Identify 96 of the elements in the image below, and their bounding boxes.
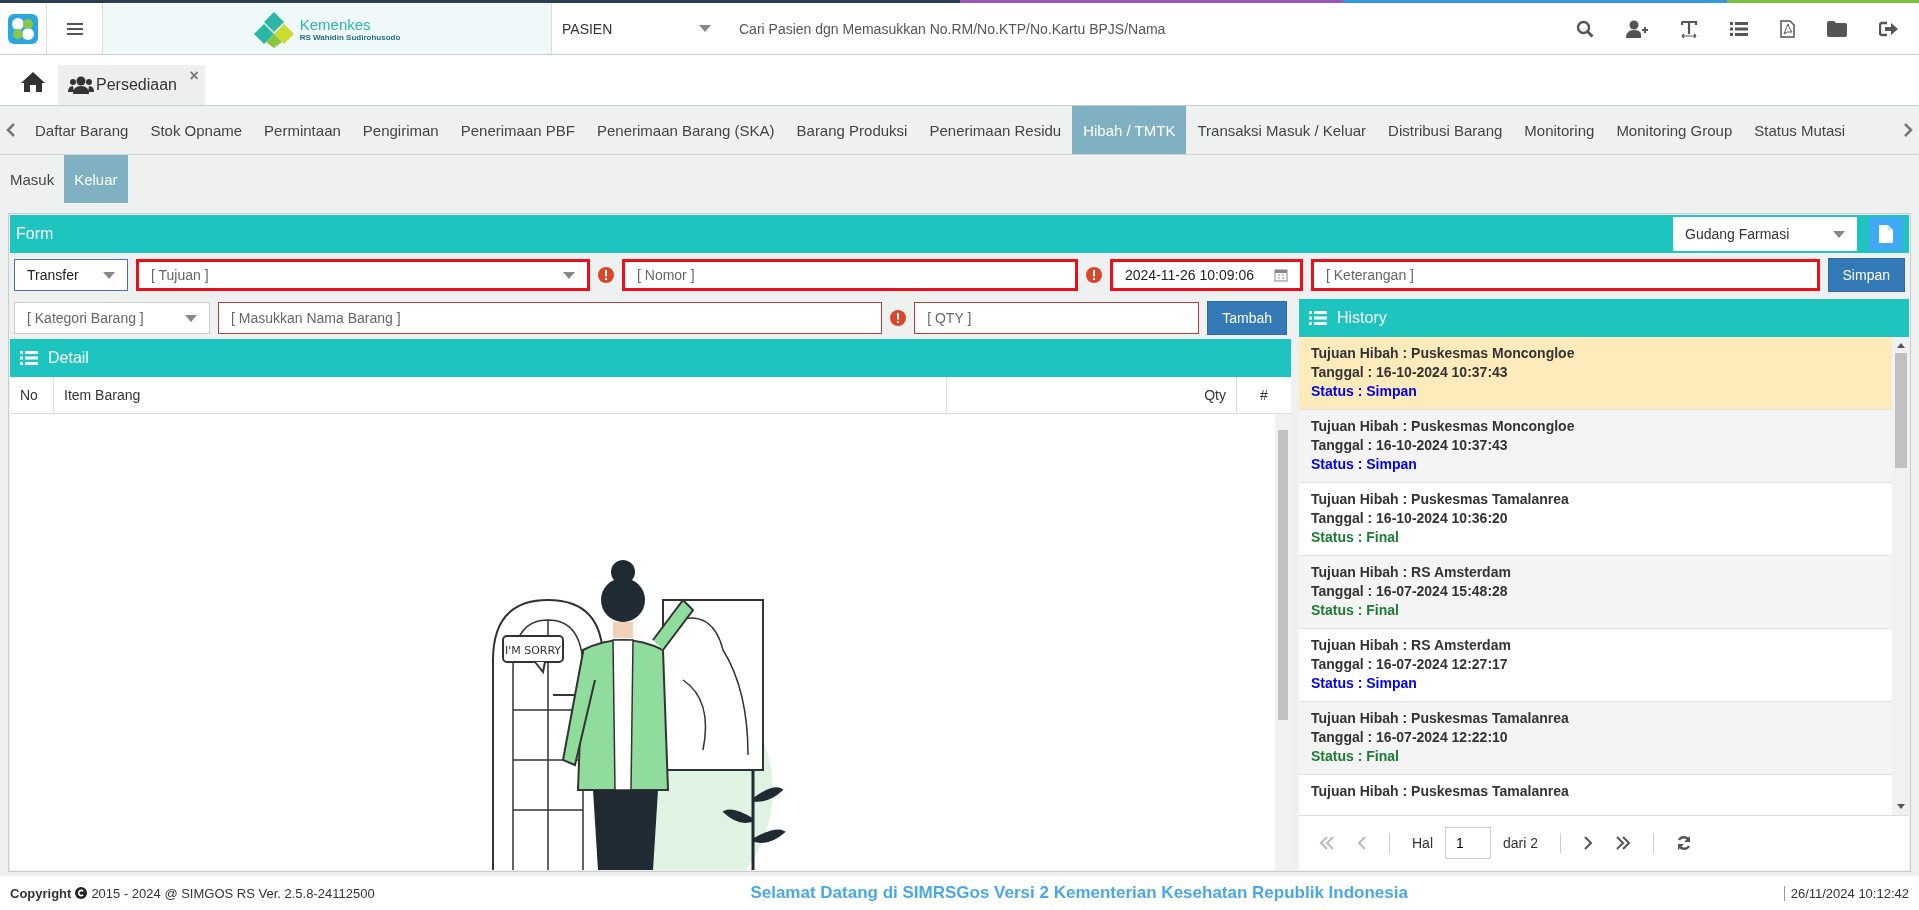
scroll-down-icon[interactable] — [1895, 803, 1906, 811]
select-field[interactable]: Transfer — [14, 259, 128, 291]
footer-datetime: 26/11/2024 10:12:42 — [1783, 885, 1909, 901]
history-item[interactable]: Tujuan Hibah : Puskesmas Moncongloe Tanggal : 16-10-2024 10:37:43 Status : Simpan — [1299, 410, 1892, 483]
nav-tab[interactable]: Monitoring Group — [1605, 106, 1744, 154]
history-item[interactable]: Tujuan Hibah : Puskesmas Tamalanrea Tanggal : 16-07-2024 12:22:10 Status : Final — [1299, 702, 1892, 775]
column-header: # — [1259, 386, 1269, 405]
destination-text: Tujuan Hibah : RS Amsterdam — [1311, 637, 1512, 653]
select-field[interactable]: [ Kategori Barang ] — [14, 302, 210, 334]
input-field[interactable]: [ Keterangan ] — [1311, 259, 1820, 291]
kemenkes-logo-icon — [253, 9, 294, 48]
logo-title: Kemenkes — [299, 15, 372, 33]
status-text: Status : Final — [1311, 602, 1400, 618]
select-field[interactable]: [ Tujuan ] — [136, 259, 590, 291]
nav-tab[interactable]: Permintaan — [253, 106, 352, 154]
last-page-icon[interactable] — [1615, 836, 1632, 850]
destination-text: Tujuan Hibah : Puskesmas Tamalanrea — [1311, 491, 1570, 507]
date-text: Tanggal : 16-07-2024 12:22:10 — [1311, 729, 1509, 745]
calendar-icon[interactable] — [1274, 268, 1288, 282]
add-user-icon[interactable] — [1626, 19, 1648, 38]
scrollbar-thumb[interactable] — [1278, 430, 1288, 720]
sign-out-icon[interactable] — [1879, 20, 1899, 37]
input-field[interactable]: [ Masukkan Nama Barang ] — [218, 302, 883, 334]
nav-tab[interactable]: Status Mutasi — [1743, 106, 1857, 154]
menu-icon[interactable] — [47, 3, 103, 54]
welcome-message: Selamat Datang di SIMRSGos Versi 2 Kementerian Kesehatan Republik Indonesia — [749, 883, 1409, 903]
list-icon — [1309, 311, 1327, 325]
history-item[interactable]: Tujuan Hibah : Puskesmas Moncongloe Tanggal : 16-10-2024 10:37:43 Status : Simpan — [1299, 337, 1892, 410]
scroll-up-icon[interactable] — [1895, 341, 1906, 349]
users-icon — [68, 76, 94, 94]
scrollbar-thumb[interactable] — [1894, 353, 1907, 468]
date-text: Tanggal : 16-07-2024 15:48:28 — [1311, 583, 1509, 599]
scroll-left-icon[interactable] — [6, 122, 16, 138]
page-label: Hal — [1412, 835, 1433, 851]
speech-bubble-text: I'M SORRY — [504, 644, 561, 657]
sub-tab[interactable]: Masuk — [0, 155, 65, 203]
nav-tab[interactable]: Penerimaan PBF — [449, 106, 586, 154]
nav-tab[interactable]: Penerimaan Barang (SKA) — [585, 106, 786, 154]
list-icon[interactable] — [1730, 20, 1748, 37]
save-button[interactable]: Simpan — [1827, 258, 1905, 292]
copyright-label: Copyright — [10, 885, 72, 901]
destination-text: Tujuan Hibah : RS Amsterdam — [1311, 564, 1512, 580]
folder-icon[interactable] — [1827, 20, 1847, 37]
page-input-field[interactable]: 1 — [1445, 827, 1491, 859]
patient-type-select[interactable]: PASIEN — [552, 3, 727, 54]
tab-label: Persediaan — [96, 76, 177, 94]
column-header: No — [10, 377, 54, 413]
warehouse-select[interactable]: Gudang Farmasi — [1673, 217, 1857, 251]
page-total: dari 2 — [1503, 835, 1539, 851]
destination-text: Tujuan Hibah : Puskesmas Tamalanrea — [1311, 783, 1570, 799]
destination-text: Tujuan Hibah : Puskesmas Moncongloe — [1311, 418, 1576, 434]
date-field[interactable]: 2024-11-26 10:09:06 — [1110, 259, 1303, 291]
logo-subtitle: RS Wahidin Sudirohusodo — [299, 32, 401, 42]
destination-text: Tujuan Hibah : Puskesmas Tamalanrea — [1311, 710, 1570, 726]
nav-tab[interactable]: Transaksi Masuk / Keluar — [1186, 106, 1378, 154]
nav-tab[interactable]: Daftar Barang — [24, 106, 140, 154]
search-icon[interactable] — [1576, 19, 1594, 38]
pdf-file-icon[interactable] — [1780, 19, 1795, 38]
nav-tab[interactable]: Pengiriman — [351, 106, 450, 154]
detail-title: Detail — [48, 349, 89, 367]
refresh-icon[interactable] — [1676, 835, 1693, 851]
form-title: Form — [16, 225, 55, 243]
nav-tab[interactable]: Penerimaan Residu — [918, 106, 1073, 154]
nav-tab[interactable]: Monitoring — [1513, 106, 1606, 154]
status-text: Status : Simpan — [1311, 456, 1418, 472]
copyright-text: 2015 - 2024 @ SIMGOS RS Ver. 2.5.8-24112500 — [91, 885, 375, 901]
history-title: History — [1337, 309, 1387, 327]
nav-tab[interactable]: Barang Produksi — [785, 106, 919, 154]
date-text: Tanggal : 16-07-2024 12:27:17 — [1311, 656, 1509, 672]
list-icon — [20, 351, 38, 365]
patient-search-field[interactable]: Cari Pasien dgn Memasukkan No.RM/No.KTP/No.Kartu BPJS/Nama — [727, 3, 1576, 54]
next-page-icon[interactable] — [1583, 836, 1594, 850]
status-text: Status : Simpan — [1311, 675, 1418, 691]
column-header: Qty — [947, 377, 1237, 413]
column-header: Item Barang — [54, 377, 947, 413]
input-field[interactable]: [ Nomor ] — [622, 259, 1078, 291]
home-icon[interactable] — [20, 71, 46, 93]
nav-tab[interactable]: Stok Opname — [139, 106, 254, 154]
input-field[interactable]: [ QTY ] — [914, 302, 1200, 334]
date-text: Tanggal : 16-10-2024 10:37:43 — [1311, 364, 1509, 380]
scroll-right-icon[interactable] — [1903, 122, 1913, 138]
date-text: Tanggal : 16-10-2024 10:37:43 — [1311, 437, 1509, 453]
status-text: Status : Final — [1311, 748, 1400, 764]
close-tab-button[interactable]: × — [189, 67, 199, 85]
persediaan-tab[interactable]: Persediaan × — [58, 65, 205, 105]
history-item[interactable]: Tujuan Hibah : RS Amsterdam Tanggal : 16-07-2024 15:48:28 Status : Final — [1299, 556, 1892, 629]
status-text: Status : Final — [1311, 529, 1400, 545]
nav-tab[interactable]: Distribusi Barang — [1377, 106, 1514, 154]
file-icon — [1879, 225, 1893, 243]
copyright-icon — [75, 887, 88, 899]
date-text: Tanggal : 16-10-2024 10:36:20 — [1311, 510, 1509, 526]
text-format-icon[interactable] — [1680, 19, 1698, 38]
status-text: Status : Simpan — [1311, 383, 1418, 399]
new-document-button[interactable] — [1869, 217, 1903, 251]
destination-text: Tujuan Hibah : Puskesmas Moncongloe — [1311, 345, 1576, 361]
add-button[interactable]: Tambah — [1207, 301, 1287, 335]
